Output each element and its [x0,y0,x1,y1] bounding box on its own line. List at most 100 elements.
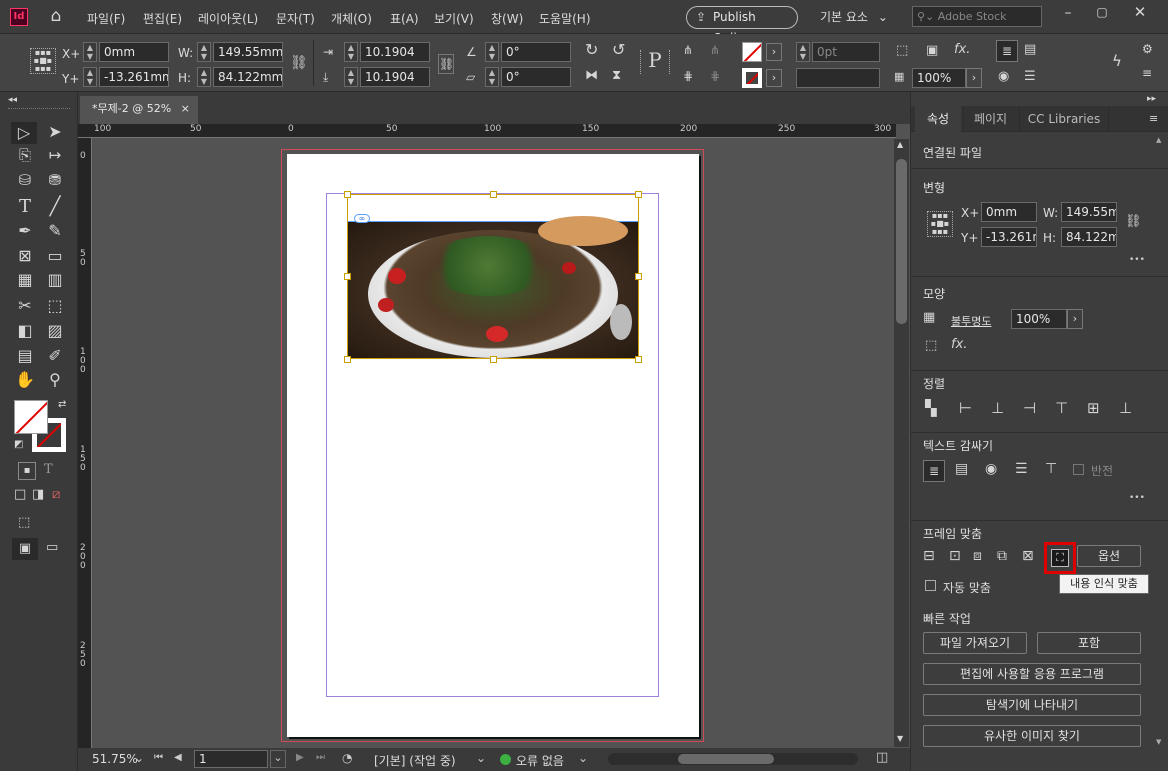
page-tool-icon[interactable]: ⎘ [14,148,36,163]
invert-checkbox[interactable] [1073,464,1084,475]
hand-tool-icon[interactable]: ✋ [14,372,36,388]
gear-icon[interactable]: ⚙ [1142,43,1153,55]
wrap-jump-icon[interactable]: ☰ [1024,70,1036,83]
panel-opacity-field[interactable]: 100% [1011,309,1067,329]
note-tool-icon[interactable]: ▤ [14,348,36,364]
fill-menu-chevron-icon[interactable]: › [766,43,782,61]
select-container-icon[interactable]: ⋔ [683,44,693,56]
find-similar-images-button[interactable]: 유사한 이미지 찾기 [923,725,1141,747]
open-in-window-icon[interactable]: ◔ [342,751,352,765]
panel-wrap-shape-icon[interactable]: ◉ [985,462,997,476]
scroll-up-icon[interactable]: ▲ [897,141,903,149]
selection-handle[interactable] [635,356,642,363]
fill-color-swatch[interactable] [14,400,48,434]
panel-h-field[interactable]: 84.122mm [1061,227,1117,247]
scissors-tool-icon[interactable]: ✂ [14,298,36,314]
panel-scrollbar[interactable]: ▲ ▼ [1155,136,1165,768]
selection-handle[interactable] [490,191,497,198]
page-number-field[interactable]: 1 [194,750,268,768]
panel-w-field[interactable]: 149.55mm [1061,202,1117,222]
stroke-type-dropdown[interactable] [796,68,880,88]
frame-fitting-icon[interactable]: ⬚ [896,44,908,57]
flip-horizontal-icon[interactable]: ⧓ [585,69,598,82]
panel-opacity-chevron-icon[interactable]: › [1067,309,1083,329]
align-bottom-icon[interactable]: ⊥ [1119,401,1132,416]
formatting-container-icon[interactable]: ▪ [18,462,36,480]
page-dropdown-icon[interactable]: ⌄ [270,750,286,768]
w-field[interactable]: 149.55mm [213,42,283,62]
center-content-icon[interactable]: ⊠ [1022,549,1034,563]
scale-y-field[interactable]: 10.1904 [360,67,430,87]
selection-handle[interactable] [344,356,351,363]
first-page-icon[interactable]: ⏮ [154,752,163,763]
normal-mode-icon[interactable]: ⬚ [18,516,30,529]
y-stepper[interactable]: ▲ ▼ [83,67,97,87]
hamburger-menu-icon[interactable]: ≡ [1142,67,1152,79]
menu-help[interactable]: 도움말(H) [539,10,591,27]
formatting-text-icon[interactable]: T [44,463,53,476]
wrap-bounding-box-icon[interactable]: ▤ [1024,43,1036,56]
split-layout-icon[interactable]: ◫ [876,750,888,765]
rotate-field[interactable]: 0° [501,42,571,62]
apply-none-icon[interactable]: ⧄ [52,488,60,501]
pencil-tool-icon[interactable]: ✎ [44,223,66,239]
panel-wrap-bbox-icon[interactable]: ▤ [955,462,968,476]
menu-object[interactable]: 개체(O) [331,10,372,27]
collapse-dock-icon[interactable]: ▸▸ [1147,95,1156,104]
menu-window[interactable]: 창(W) [491,10,523,27]
align-top-icon[interactable]: ⊤ [1055,401,1068,416]
document-tab[interactable]: *무제-2 @ 52% × [80,96,198,124]
opacity-label[interactable]: 불투명도 [951,313,991,329]
line-tool-icon[interactable]: ╱ [44,198,66,216]
reference-point-icon[interactable]: ▪▪▪ ▪■▪ ▪▪▪ [30,48,56,74]
stroke-weight-stepper[interactable]: ▲ ▼ [796,42,810,62]
fill-frame-proportionally-icon[interactable]: ⊟ [923,549,935,563]
zoom-dropdown-icon[interactable]: ⌄ [134,751,144,765]
screen-mode-normal-icon[interactable]: ▣ [12,538,38,560]
menu-layout[interactable]: 레이아웃(L) [198,10,258,27]
rotate-cw-icon[interactable]: ↻ [585,42,598,58]
workspace-switcher[interactable]: 기본 요소 ⌄ [820,8,888,25]
tab-pages[interactable]: 페이지 [963,106,1017,132]
tab-cc-libraries[interactable]: CC Libraries [1019,106,1109,132]
publish-online-button[interactable]: ⇪ Publish Online [686,6,798,45]
panel-reference-point-icon[interactable]: ▪▪▪ ▪■▪ ▪▪▪ [927,211,953,237]
horizontal-scrollbar[interactable] [608,753,858,765]
selection-handle[interactable] [344,191,351,198]
scale-y-stepper[interactable]: ▲ ▼ [344,67,358,87]
close-tab-icon[interactable]: × [181,102,190,115]
menu-edit[interactable]: 편집(E) [143,10,182,27]
preflight-dropdown-icon[interactable]: ⌄ [476,751,486,765]
x-stepper[interactable]: ▲ ▼ [83,42,97,62]
panel-wrap-next-column-icon[interactable]: ⊤ [1045,462,1057,476]
align-v-center-icon[interactable]: ⊞ [1087,401,1100,416]
shadow-icon[interactable]: ▣ [926,44,938,57]
selection-tool-icon[interactable]: ▷ [11,122,37,144]
fx-icon[interactable]: fx. [954,43,970,56]
panel-fx-icon[interactable]: fx. [951,338,967,351]
menu-view[interactable]: 보기(V) [434,10,474,27]
shear-stepper[interactable]: ▲ ▼ [485,67,499,87]
content-aware-fit-button[interactable]: ⛶ [1044,542,1076,574]
fill-swatch[interactable] [742,42,762,62]
constrain-proportions-icon[interactable]: ⛓ [290,56,308,70]
scroll-thumb[interactable] [896,159,907,324]
minimize-icon[interactable]: – [1058,6,1078,20]
rectangle-frame-tool-icon[interactable]: ⊠ [14,248,36,264]
menu-type[interactable]: 문자(T) [276,10,315,27]
import-file-button[interactable]: 파일 가져오기 [923,632,1027,654]
tab-properties[interactable]: 속성 [915,106,961,132]
free-transform-tool-icon[interactable]: ⬚ [44,298,66,314]
opacity-field[interactable]: 100% [912,68,966,88]
frame-fit-options-button[interactable]: 옵션 [1077,545,1141,567]
content-collector-icon[interactable]: ⛁ [14,173,36,188]
h-scroll-thumb[interactable] [678,754,774,764]
zoom-level[interactable]: 51.75% [92,752,138,766]
link-scale-icon[interactable]: ⛓ [438,54,454,74]
menu-file[interactable]: 파일(F) [87,10,125,27]
align-left-icon[interactable]: ⊢ [959,401,972,416]
last-page-icon[interactable]: ⏭ [316,752,325,763]
rotate-stepper[interactable]: ▲ ▼ [485,42,499,62]
select-next-icon[interactable]: ⋕ [710,70,720,82]
edit-with-button[interactable]: 편집에 사용할 응용 프로그램 [923,663,1141,685]
